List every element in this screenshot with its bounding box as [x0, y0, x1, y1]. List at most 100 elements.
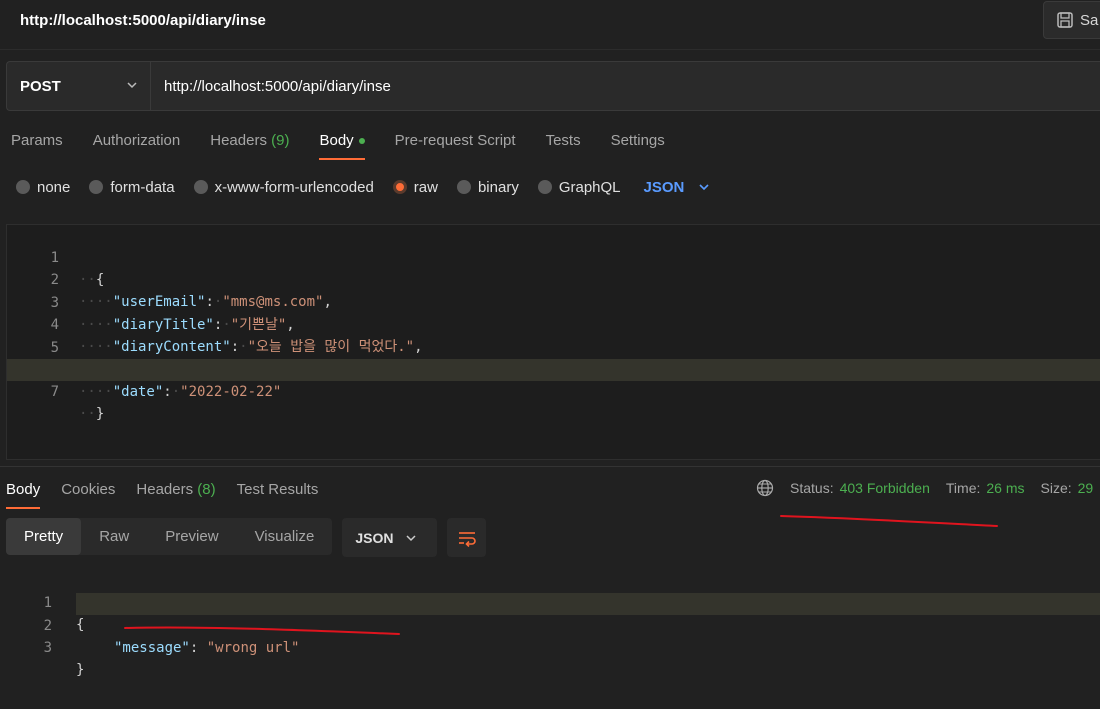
- time-label: Time:: [945, 480, 981, 496]
- tab-authorization-label: Authorization: [92, 132, 181, 149]
- code-line: 1 {: [0, 570, 1100, 633]
- response-view-bar: Pretty Raw Preview Visualize JSON: [6, 518, 487, 557]
- radio-graphql-label: GraphQL: [558, 178, 621, 196]
- response-tab-headers[interactable]: Headers (8): [136, 475, 215, 509]
- radio-raw[interactable]: raw: [392, 178, 438, 196]
- title-bar: http://localhost:5000/api/diary/inse Sa: [0, 0, 1100, 50]
- radio-form-data[interactable]: form-data: [89, 178, 175, 196]
- url-input[interactable]: [151, 62, 1100, 110]
- radio-circle: [537, 180, 552, 194]
- json-key: "date": [112, 384, 164, 400]
- line-number: 3: [43, 640, 52, 656]
- response-tab-test-results[interactable]: Test Results: [237, 475, 319, 509]
- request-title[interactable]: http://localhost:5000/api/diary/inse: [20, 12, 266, 29]
- radio-graphql[interactable]: GraphQL: [537, 178, 621, 196]
- annotation-underline-status: [780, 515, 998, 527]
- radio-circle-selected: [392, 180, 407, 194]
- view-raw[interactable]: Raw: [81, 518, 147, 555]
- request-body-editor[interactable]: 1 ··{ 2 ····"userEmail":·"mms@ms.com", 3…: [6, 224, 1100, 460]
- code-line: 3 ····"diaryTitle":·"기쁜날",: [7, 270, 1100, 333]
- response-body-viewer[interactable]: 1 { 2 "message": "wrong url" 3 }: [0, 570, 1100, 678]
- response-tabs: Body Cookies Headers (8) Test Results: [6, 475, 339, 509]
- radio-circle: [193, 180, 208, 194]
- tab-params-label: Params: [11, 132, 63, 149]
- radio-none-label: none: [37, 178, 71, 196]
- tab-authorization[interactable]: Authorization: [93, 126, 181, 160]
- radio-urlencoded-label: x-www-form-urlencoded: [214, 178, 374, 196]
- code-text: "message": "wrong url": [114, 640, 300, 656]
- radio-urlencoded[interactable]: x-www-form-urlencoded: [193, 178, 374, 196]
- view-visualize[interactable]: Visualize: [237, 518, 333, 555]
- tab-body[interactable]: Body: [319, 126, 365, 160]
- status-label: Status:: [790, 480, 834, 496]
- body-type-selector: none form-data x-www-form-urlencoded raw…: [16, 175, 710, 199]
- radio-binary[interactable]: binary: [456, 178, 519, 196]
- response-tab-cookies[interactable]: Cookies: [61, 475, 115, 509]
- chevron-down-icon: [406, 534, 416, 541]
- code-line: 5 ····"feeling":·9,: [7, 315, 1100, 378]
- wrap-lines-icon: [458, 531, 476, 547]
- tab-tests-label: Tests: [545, 132, 581, 149]
- body-format-select[interactable]: JSON: [644, 179, 711, 196]
- brace-close: }: [76, 662, 85, 678]
- url-bar: POST: [6, 61, 1100, 111]
- radio-raw-label: raw: [413, 178, 438, 196]
- size-label: Size:: [1040, 480, 1072, 496]
- save-label: Sa: [1080, 11, 1099, 29]
- tab-settings-label: Settings: [610, 132, 665, 149]
- radio-binary-label: binary: [477, 178, 519, 196]
- code-line: 1 ··{: [7, 225, 1100, 288]
- response-tab-body-label: Body: [6, 481, 41, 498]
- method-label: POST: [20, 77, 61, 95]
- json-value: "2022-02-22": [180, 384, 282, 400]
- line-number: 7: [50, 384, 59, 400]
- tab-prerequest-label: Pre-request Script: [394, 132, 516, 149]
- size-value[interactable]: 29: [1078, 480, 1094, 496]
- radio-none[interactable]: none: [16, 179, 70, 196]
- response-format-label: JSON: [355, 529, 394, 546]
- time-value[interactable]: 26 ms: [986, 480, 1024, 496]
- pane-divider[interactable]: [0, 466, 1100, 467]
- response-status-bar: Status: 403 Forbidden Time: 26 ms Size: …: [756, 478, 1093, 498]
- code-line-current: 2 "message": "wrong url": [44, 593, 1100, 656]
- response-format-select[interactable]: JSON: [342, 518, 438, 557]
- brace-close: }: [95, 406, 105, 422]
- body-format-label: JSON: [643, 178, 685, 196]
- json-value: "wrong url": [206, 640, 300, 656]
- save-icon: [1057, 12, 1073, 28]
- tab-prerequest-script[interactable]: Pre-request Script: [395, 126, 516, 160]
- request-tabs: Params Authorization Headers (9) Body Pr…: [0, 126, 695, 160]
- view-preview[interactable]: Preview: [147, 518, 236, 555]
- radio-circle: [16, 180, 30, 194]
- line-number: 1: [43, 595, 52, 611]
- save-button[interactable]: Sa: [1043, 1, 1100, 39]
- code-line: 3 }: [0, 615, 1100, 678]
- tab-params[interactable]: Params: [11, 126, 63, 160]
- view-pretty[interactable]: Pretty: [6, 518, 82, 555]
- tab-settings[interactable]: Settings: [611, 126, 665, 160]
- radio-circle: [456, 180, 471, 194]
- response-tab-cookies-label: Cookies: [61, 481, 116, 498]
- response-tab-headers-label: Headers: [136, 481, 194, 498]
- radio-circle: [89, 180, 104, 194]
- tab-headers[interactable]: Headers (9): [210, 126, 289, 160]
- code-line: 2 ····"userEmail":·"mms@ms.com",: [7, 247, 1100, 310]
- status-value[interactable]: 403 Forbidden: [840, 480, 930, 496]
- method-select[interactable]: POST: [7, 62, 151, 110]
- response-headers-count: (8): [197, 481, 216, 498]
- body-indicator-dot: [358, 138, 365, 145]
- radio-form-data-label: form-data: [110, 178, 175, 196]
- response-tab-body[interactable]: Body: [6, 475, 41, 509]
- code-line: 6 ····"date":·"2022-02-22": [7, 337, 1100, 400]
- tab-tests[interactable]: Tests: [546, 126, 581, 160]
- wrap-lines-button[interactable]: [447, 518, 487, 557]
- globe-icon[interactable]: [756, 479, 774, 497]
- json-key: "message": [114, 640, 190, 656]
- tab-headers-label: Headers: [210, 132, 267, 149]
- tab-body-label: Body: [319, 132, 354, 149]
- code-line: 4 ····"diaryContent":·"오늘 밥을 많이 먹었다.",: [7, 292, 1100, 355]
- code-text: ····"date":·"2022-02-22": [79, 384, 282, 400]
- headers-count-badge: (9): [271, 132, 290, 149]
- chevron-down-icon: [699, 184, 709, 191]
- response-tab-test-results-label: Test Results: [236, 481, 319, 498]
